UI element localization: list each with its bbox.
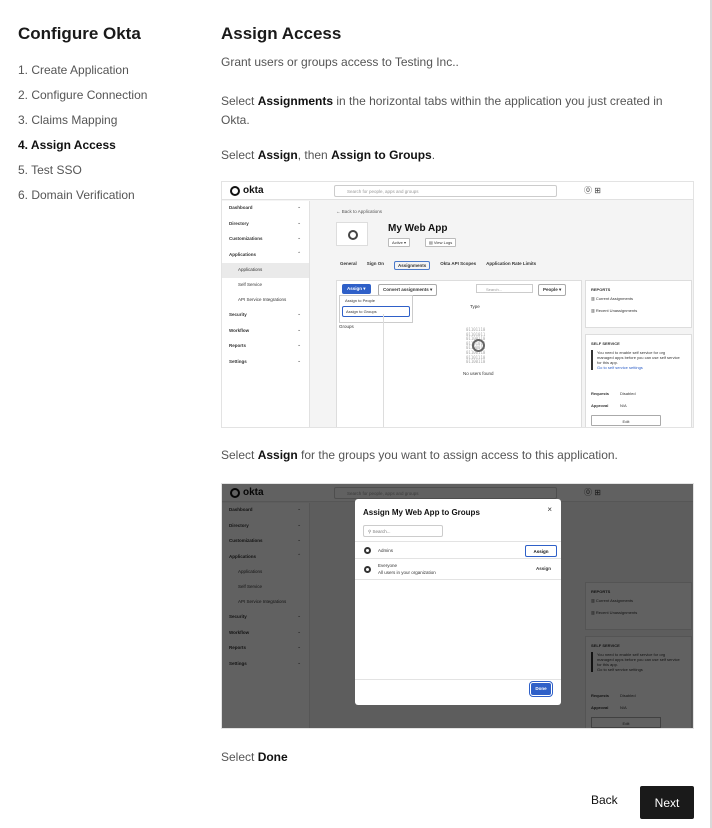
p2-bold2: Assign to Groups	[331, 148, 432, 162]
okta-tab-assignments: Assignments	[394, 261, 431, 270]
okta-nav-item: Applications⌃	[229, 250, 301, 257]
okta-current-assignments: ▥ Current Assignments	[591, 296, 634, 301]
group-name: Everyone	[378, 563, 398, 568]
okta-topbar: okta Search for people, apps and groups …	[222, 182, 693, 200]
p3-pre: Select	[221, 448, 258, 462]
modal-search-input: ⚲ Search...	[363, 525, 443, 537]
okta-nav-sub: API Service Integrations	[238, 297, 287, 302]
okta-view-logs: ▤ View Logs	[425, 238, 457, 247]
okta-edit-button: Edit	[591, 415, 661, 426]
p2-pre: Select	[221, 148, 258, 162]
okta-logo: okta	[230, 185, 264, 196]
p4-bold: Done	[257, 750, 288, 764]
okta-tab-api-scopes: Okta API Scopes	[440, 261, 477, 266]
okta-tab-sign-on: Sign On	[366, 261, 385, 266]
okta-reports-panel: REPORTS ▥ Current Assignments ▥ Recent U…	[585, 280, 692, 328]
okta-nav-sub: Applications	[222, 263, 309, 278]
okta-screenshot-assign-groups-modal: okta Search for people, apps and groups …	[221, 483, 694, 729]
close-icon: ×	[547, 505, 552, 514]
p4-pre: Select	[221, 750, 258, 764]
next-button[interactable]: Next	[640, 786, 694, 819]
okta-no-users: No users found	[463, 371, 494, 376]
okta-nav-item: Directory⌄	[229, 219, 301, 226]
okta-logo-icon	[230, 185, 240, 196]
group-name: Admins	[378, 548, 394, 553]
step-claims-mapping[interactable]: 3. Claims Mapping	[18, 112, 208, 137]
okta-help-grid-icons: ⓪ ⊞	[584, 186, 601, 195]
assign-everyone-button: Assign	[535, 566, 551, 571]
okta-assign-to-people: Assign to People	[345, 298, 376, 303]
p2-mid: , then	[297, 148, 332, 162]
okta-assign-dropdown: Assign to People Assign to Groups	[339, 295, 413, 323]
okta-search-input: Search for people, apps and groups	[334, 185, 557, 197]
okta-divider	[383, 314, 384, 427]
instruction-assignments: Select Assignments in the horizontal tab…	[221, 92, 691, 130]
group-icon	[364, 547, 371, 554]
step-domain-verification[interactable]: 6. Domain Verification	[18, 187, 208, 212]
okta-active-dropdown: Active ▾	[388, 238, 411, 247]
okta-app-logo	[336, 222, 368, 246]
okta-back-link: ← Back to Applications	[336, 209, 383, 214]
modal-done-button: Done	[529, 681, 553, 697]
okta-tabs: General Sign On Assignments Okta API Sco…	[340, 261, 536, 270]
p3-bold: Assign	[257, 448, 298, 462]
okta-app-gear-icon	[348, 230, 358, 240]
okta-self-service-panel: SELF SERVICE You need to enable self ser…	[585, 334, 692, 427]
instruction-assign-groups: Select Assign, then Assign to Groups.	[221, 146, 691, 165]
okta-app-name: My Web App	[388, 223, 448, 234]
assign-admins-button: Assign	[525, 545, 557, 557]
okta-nav-item: Dashboard⌄	[229, 204, 301, 210]
okta-tab-general: General	[340, 261, 357, 266]
steps-sidebar: Configure Okta 1. Create Application 2. …	[18, 24, 208, 212]
group-desc: All users in your organization	[378, 570, 436, 575]
okta-nav-item: Workflow⌄	[229, 326, 301, 333]
p3-post: for the groups you want to assign access…	[297, 448, 618, 462]
steps-title: Configure Okta	[18, 24, 141, 43]
assign-groups-modal: Assign My Web App to Groups × ⚲ Search..…	[355, 499, 561, 705]
okta-type-column: Type	[470, 304, 480, 309]
p1-pre: Select	[221, 94, 258, 108]
okta-groups-label: Groups	[339, 324, 354, 329]
okta-nav-item: Customizations⌄	[229, 235, 301, 241]
step-configure-connection[interactable]: 2. Configure Connection	[18, 87, 208, 112]
modal-footer-divider	[355, 679, 561, 680]
intro-text: Grant users or groups access to Testing …	[221, 55, 459, 69]
group-icon	[364, 566, 371, 573]
okta-sidebar: Dashboard⌄ Directory⌄ Customizations⌄ Ap…	[222, 201, 310, 427]
okta-tab-rate-limits: Application Rate Limits	[486, 261, 537, 266]
okta-recent-unassignments: ▥ Recent Unassignments	[591, 308, 638, 313]
modal-row-admins: Admins Assign	[355, 541, 561, 559]
okta-nav-sub: Self Service	[238, 282, 263, 287]
step-test-sso[interactable]: 5. Test SSO	[18, 162, 208, 187]
p1-bold: Assignments	[257, 94, 334, 108]
okta-nav-item: Reports⌄	[229, 342, 301, 348]
back-button[interactable]: Back	[591, 793, 618, 807]
page-title: Assign Access	[221, 24, 342, 43]
okta-magnifier-icon	[472, 339, 485, 352]
instruction-done: Select Done	[221, 748, 691, 767]
okta-people-button: People ▾	[538, 284, 567, 296]
step-assign-access[interactable]: 4. Assign Access	[18, 137, 208, 162]
okta-nav-item: Security⌄	[229, 311, 301, 317]
okta-screenshot-assignments: okta Search for people, apps and groups …	[221, 181, 694, 428]
modal-title: Assign My Web App to Groups	[363, 508, 480, 517]
instruction-assign-groups-select: Select Assign for the groups you want to…	[221, 446, 691, 465]
step-create-application[interactable]: 1. Create Application	[18, 62, 208, 87]
okta-assign-to-groups: Assign to Groups	[342, 306, 410, 317]
okta-nav-item: Settings⌄	[229, 357, 301, 364]
p2-bold1: Assign	[257, 148, 298, 162]
p2-post: .	[431, 148, 436, 162]
okta-self-service-note: You need to enable self service for org …	[591, 350, 681, 370]
okta-assign-button: Assign ▾	[342, 284, 371, 294]
okta-filter-search: Search...	[476, 284, 533, 293]
modal-row-everyone: Everyone All users in your organization …	[355, 560, 561, 580]
